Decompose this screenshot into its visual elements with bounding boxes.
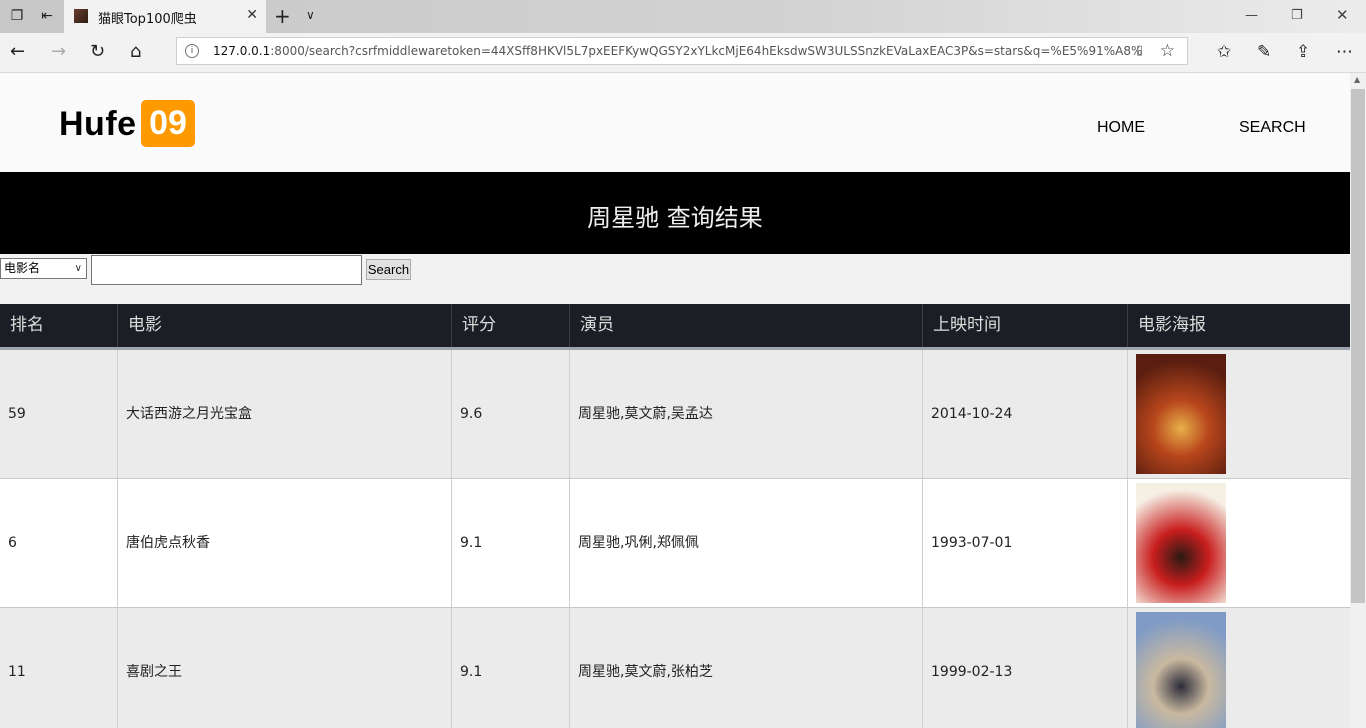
home-icon[interactable]: ⌂ [130, 42, 141, 62]
close-tab-icon[interactable]: ✕ [246, 7, 258, 23]
site-header: Hufe 09 HOME SEARCH [0, 73, 1350, 172]
cell-score: 9.1 [452, 608, 570, 728]
cell-movie: 唐伯虎点秋香 [118, 479, 452, 607]
browser-tab-bar: ❐ ⇤ 猫眼Top100爬虫 ✕ + ∨ — ❐ ✕ [0, 0, 1366, 33]
cell-rank: 59 [0, 350, 118, 478]
movie-poster-image [1136, 483, 1226, 603]
cell-actors: 周星驰,莫文蔚,张柏芝 [570, 608, 923, 728]
header-poster: 电影海报 [1138, 315, 1206, 335]
tab-favicon [74, 9, 88, 23]
cell-rank: 11 [0, 608, 118, 728]
site-info-icon[interactable]: i [185, 44, 199, 58]
cell-score: 9.1 [452, 479, 570, 607]
logo-text: Hufe [59, 105, 137, 143]
chevron-down-icon: ∨ [74, 263, 82, 274]
scroll-up-icon[interactable]: ▲ [1354, 75, 1360, 84]
tab-list-chevron-icon[interactable]: ∨ [306, 8, 315, 22]
favorite-star-icon[interactable]: ☆ [1160, 41, 1175, 61]
address-bar-row: ← → ↻ ⌂ i 127.0.0.1:8000/search?csrfmidd… [0, 33, 1366, 73]
search-input[interactable] [91, 255, 362, 285]
cell-release: 1999-02-13 [923, 608, 1128, 728]
notes-pen-icon[interactable]: ✎ [1257, 42, 1271, 62]
tab-title: 猫眼Top100爬虫 [98, 12, 197, 27]
table-row: 11 喜剧之王 9.1 周星驰,莫文蔚,张柏芝 1999-02-13 [0, 608, 1350, 728]
cell-movie: 大话西游之月光宝盒 [118, 350, 452, 478]
search-button[interactable]: Search [366, 259, 411, 280]
minimize-icon[interactable]: — [1245, 8, 1258, 23]
url-text[interactable]: 127.0.0.1:8000/search?csrfmiddlewaretoke… [213, 44, 1143, 58]
page-scrollbar[interactable]: ▲ [1350, 73, 1366, 728]
header-rank: 排名 [0, 304, 118, 347]
cell-rank: 6 [0, 479, 118, 607]
cell-actors: 周星驰,莫文蔚,吴孟达 [570, 350, 923, 478]
restore-icon[interactable]: ❐ [1291, 8, 1303, 23]
table-header: 排名 电影 评分 演员 上映时间 电影海报 [0, 304, 1350, 350]
header-actors: 演员 [570, 304, 923, 347]
reading-view-icon[interactable]: ▯ [1136, 43, 1143, 58]
cell-release: 2014-10-24 [923, 350, 1128, 478]
results-banner: 周星驰 查询结果 [0, 172, 1350, 254]
header-score: 评分 [452, 304, 570, 347]
url-path: :8000/search?csrfmiddlewaretoken=44XSff8… [270, 44, 1143, 58]
cell-movie: 喜剧之王 [118, 608, 452, 728]
window-close-icon[interactable]: ✕ [1336, 6, 1349, 24]
nav-home-link[interactable]: HOME [1097, 119, 1145, 137]
back-icon[interactable]: ← [10, 42, 25, 62]
share-icon[interactable]: ⇪ [1296, 42, 1310, 62]
active-tab[interactable]: 猫眼Top100爬虫 ✕ [64, 0, 266, 33]
page-title: 周星驰 查询结果 [587, 204, 763, 232]
set-tabs-aside-icon[interactable]: ⇤ [38, 7, 56, 25]
page-viewport: Hufe 09 HOME SEARCH 周星驰 查询结果 电影名 ∨ Searc… [0, 73, 1350, 728]
header-release: 上映时间 [923, 304, 1128, 347]
nav-search-link[interactable]: SEARCH [1239, 119, 1306, 137]
url-field[interactable]: i 127.0.0.1:8000/search?csrfmiddlewareto… [176, 37, 1188, 65]
table-row: 6 唐伯虎点秋香 9.1 周星驰,巩俐,郑佩佩 1993-07-01 [0, 479, 1350, 608]
search-field-select[interactable]: 电影名 ∨ [0, 258, 87, 279]
more-menu-icon[interactable]: ⋯ [1336, 42, 1353, 62]
tab-overview-icon[interactable]: ❐ [8, 7, 26, 25]
select-value: 电影名 [4, 261, 41, 275]
scrollbar-thumb[interactable] [1351, 89, 1365, 603]
movie-poster-image [1136, 354, 1226, 474]
cell-score: 9.6 [452, 350, 570, 478]
cell-release: 1993-07-01 [923, 479, 1128, 607]
refresh-icon[interactable]: ↻ [90, 42, 105, 62]
cell-actors: 周星驰,巩俐,郑佩佩 [570, 479, 923, 607]
header-movie: 电影 [118, 304, 452, 347]
table-row: 59 大话西游之月光宝盒 9.6 周星驰,莫文蔚,吴孟达 2014-10-24 [0, 350, 1350, 479]
movie-poster-image [1136, 612, 1226, 728]
new-tab-icon[interactable]: + [274, 4, 291, 28]
logo-badge: 09 [141, 100, 195, 147]
forward-icon[interactable]: → [51, 42, 66, 62]
url-host: 127.0.0.1 [213, 44, 271, 58]
favorites-list-icon[interactable]: ✩ [1217, 42, 1231, 62]
